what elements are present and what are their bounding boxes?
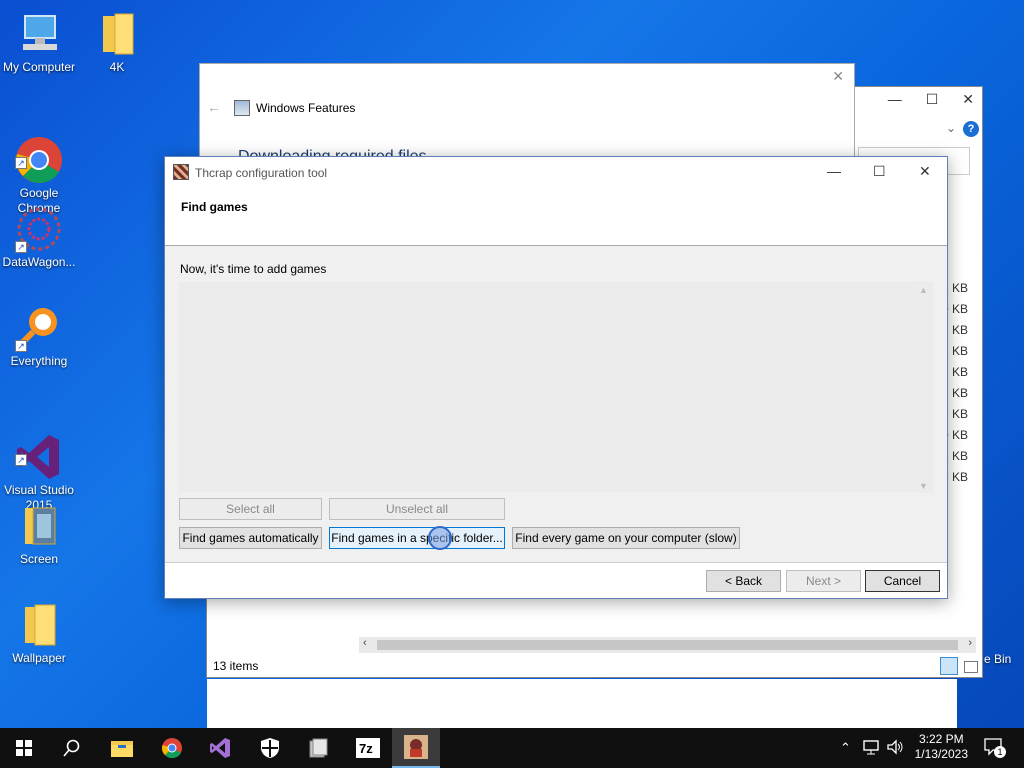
desktop-icon-4k[interactable]: 4K — [78, 10, 156, 75]
back-arrow-icon[interactable]: ← — [207, 99, 221, 115]
desktop-icon-everything[interactable]: ↗ Everything — [0, 304, 78, 369]
maximize-icon[interactable]: ☐ — [926, 91, 939, 108]
horizontal-scrollbar[interactable]: ‹ › — [359, 637, 976, 653]
recycle-bin-label[interactable]: e Bin — [984, 652, 1011, 666]
folder-icon — [15, 601, 63, 649]
thcrap-app-icon — [173, 164, 189, 180]
7zip-icon[interactable]: 7z — [344, 728, 392, 768]
desktop-icon-label: DataWagon... — [2, 255, 76, 269]
thcrap-icon[interactable] — [392, 728, 440, 768]
games-list[interactable] — [179, 282, 933, 492]
chevron-up-icon[interactable]: ▲ — [919, 285, 928, 295]
dialog-title: Thcrap configuration tool — [195, 166, 328, 180]
desktop-icon-datawagon[interactable]: ↗ DataWagon... — [0, 205, 78, 270]
unselect-all-button[interactable]: Unselect all — [329, 498, 505, 520]
visual-studio-icon[interactable] — [196, 728, 244, 768]
chrome-icon: ↗ — [15, 121, 63, 183]
minimize-icon[interactable]: — — [827, 163, 841, 179]
magnifier-icon: ↗ — [15, 304, 63, 352]
status-item-count: 13 items — [213, 659, 259, 673]
windows-logo-icon — [16, 740, 32, 756]
close-icon[interactable]: ✕ — [832, 68, 844, 85]
windows-security-icon[interactable] — [246, 728, 294, 768]
select-all-button[interactable]: Select all — [179, 498, 322, 520]
chevron-down-icon[interactable]: ▼ — [919, 481, 928, 491]
windows-features-icon — [234, 100, 250, 116]
network-icon[interactable] — [862, 738, 880, 759]
desktop-icon-label: 4K — [109, 60, 125, 74]
shortcut-arrow-icon: ↗ — [15, 340, 27, 352]
explorer-window-controls: — ☐ ✕ — [888, 91, 974, 108]
desktop-icon-wallpaper[interactable]: Wallpaper — [0, 601, 78, 666]
click-indicator — [428, 526, 452, 550]
maximize-icon[interactable]: ☐ — [873, 163, 886, 180]
desktop-icon-label: My Computer — [2, 60, 76, 74]
folder-icon — [15, 502, 63, 550]
dialog-header: Find games — [165, 187, 947, 246]
chevron-right-icon[interactable]: › — [968, 637, 972, 649]
dialog-titlebar[interactable]: Thcrap configuration tool — ☐ ✕ — [165, 157, 947, 187]
svg-text:7z: 7z — [359, 741, 373, 756]
minimize-icon[interactable]: — — [888, 91, 902, 108]
visual-studio-icon: ↗ — [15, 418, 63, 479]
close-icon[interactable]: ✕ — [962, 91, 974, 108]
file-size: KB — [951, 323, 968, 337]
file-size: KB — [951, 365, 968, 379]
search-icon[interactable] — [48, 728, 96, 768]
features-window-lower — [207, 679, 957, 729]
chevron-down-icon[interactable]: ⌄ — [946, 121, 956, 135]
page-title: Find games — [181, 200, 248, 214]
datawagon-icon: ↗ — [15, 205, 63, 253]
taskbar: 7z ⌃ 3:22 PM 1/13/2023 1 — [0, 728, 1024, 768]
file-size: KB — [951, 386, 968, 400]
chevron-left-icon[interactable]: ‹ — [363, 637, 367, 649]
notification-badge: 1 — [994, 746, 1006, 758]
window-title: Windows Features — [256, 101, 356, 115]
file-explorer-icon[interactable] — [98, 728, 146, 768]
details-view-icon[interactable] — [940, 657, 958, 675]
chevron-up-icon[interactable]: ⌃ — [840, 740, 851, 756]
computer-icon — [15, 10, 63, 58]
desktop-icon-screen[interactable]: Screen — [0, 502, 78, 567]
cancel-button[interactable]: Cancel — [865, 570, 940, 592]
chrome-icon[interactable] — [148, 728, 196, 768]
shortcut-arrow-icon: ↗ — [15, 454, 27, 466]
desktop-icon-label: Everything — [10, 354, 68, 368]
vertical-scrollbar[interactable]: ▲ ▼ — [917, 283, 931, 493]
desktop-icon-my-computer[interactable]: My Computer — [0, 10, 78, 75]
find-games-in-folder-button[interactable]: Find games in a specific folder... — [329, 527, 505, 549]
clock-time: 3:22 PM — [918, 732, 964, 746]
help-icon[interactable]: ? — [963, 121, 979, 137]
next-button[interactable]: Next > — [786, 570, 861, 592]
find-games-automatically-button[interactable]: Find games automatically — [179, 527, 322, 549]
desktop-icon-label: Screen — [19, 552, 59, 566]
shortcut-arrow-icon: ↗ — [15, 157, 27, 169]
find-every-game-button[interactable]: Find every game on your computer (slow) — [512, 527, 740, 549]
close-icon[interactable]: ✕ — [919, 163, 931, 180]
back-button[interactable]: < Back — [706, 570, 781, 592]
intro-text: Now, it's time to add games — [180, 262, 327, 276]
desktop-icon-label: Wallpaper — [12, 651, 66, 665]
folder-icon — [93, 10, 141, 58]
thcrap-config-dialog[interactable]: Thcrap configuration tool — ☐ ✕ Find gam… — [164, 156, 948, 599]
scrollbar-thumb[interactable] — [377, 640, 958, 650]
shortcut-arrow-icon: ↗ — [15, 241, 27, 253]
windows-features-icon[interactable] — [294, 728, 342, 768]
thumbnail-view-icon[interactable] — [964, 661, 978, 673]
system-clock[interactable]: 3:22 PM 1/13/2023 — [915, 732, 968, 762]
notification-center-icon[interactable]: 1 — [984, 738, 1006, 758]
clock-date: 1/13/2023 — [914, 747, 968, 761]
volume-icon[interactable] — [886, 738, 904, 759]
start-button[interactable] — [0, 728, 48, 768]
